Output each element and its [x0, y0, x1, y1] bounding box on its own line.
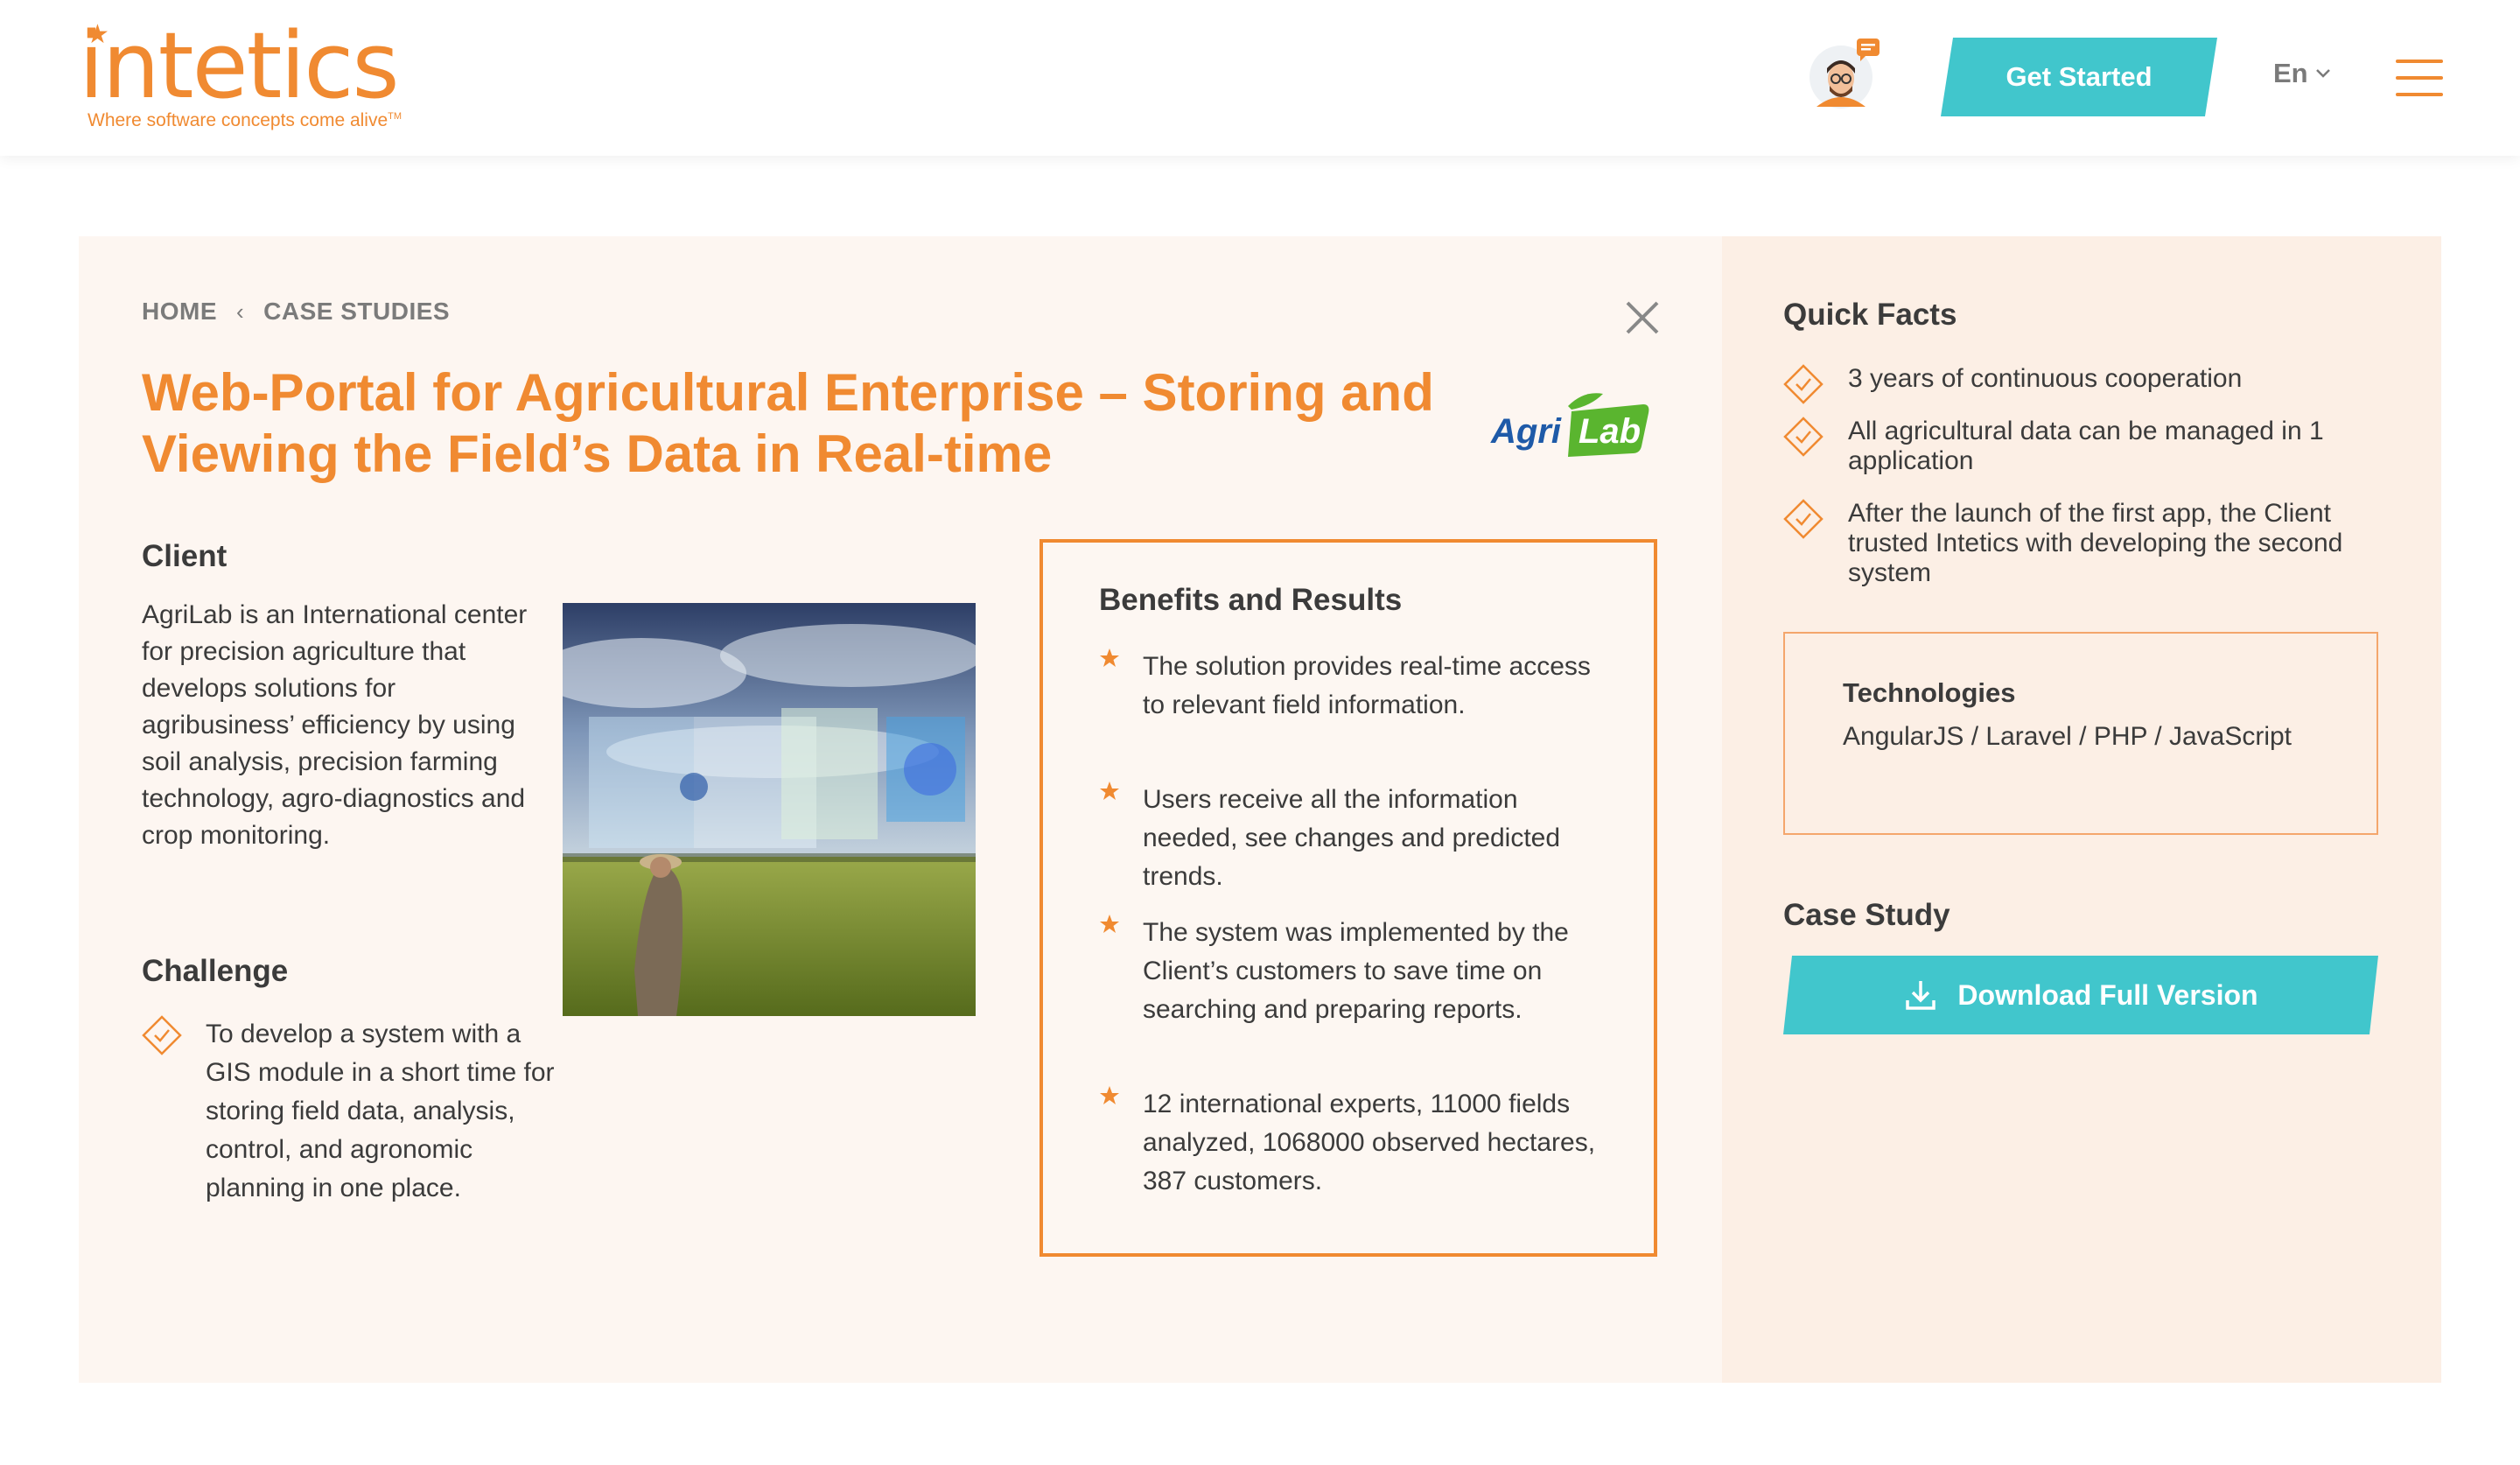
page-title: Web-Portal for Agricultural Enterprise –… [142, 363, 1434, 483]
diamond-check-icon [1783, 364, 1824, 404]
technologies-heading: Technologies [1843, 677, 2016, 708]
client-heading: Client [142, 539, 228, 573]
technologies-box: Technologies AngularJS / Laravel / PHP /… [1783, 632, 2378, 835]
field-photo [563, 603, 976, 1016]
site-header: ★ intetics Where software concepts come … [0, 0, 2520, 156]
intetics-logo[interactable]: ★ intetics Where software concepts come … [79, 16, 446, 138]
benefit-text: Users receive all the information needed… [1143, 785, 1561, 891]
benefits-heading: Benefits and Results [1099, 583, 1403, 617]
technologies-value: AngularJS / Laravel / PHP / JavaScript [1843, 722, 2292, 751]
challenge-text: To develop a system with a GIS module in… [206, 1020, 555, 1202]
agrilab-logo-text-lab: Lab [1578, 412, 1641, 451]
diamond-check-icon [1783, 417, 1824, 457]
breadcrumb: HOME ‹ CASE STUDIES [142, 298, 450, 326]
support-avatar-icon[interactable] [1808, 39, 1880, 110]
benefit-text: 12 international experts, 11000 fields a… [1143, 1090, 1596, 1195]
hamburger-menu-icon[interactable] [2396, 60, 2443, 96]
case-study-heading: Case Study [1783, 898, 1950, 932]
get-started-button[interactable]: Get Started [1941, 38, 2217, 116]
agrilab-logo-text-agri: Agri [1490, 412, 1562, 451]
breadcrumb-home[interactable]: HOME [142, 298, 217, 326]
close-icon[interactable] [1624, 299, 1661, 336]
download-icon [1903, 978, 1938, 1013]
benefit-text: The system was implemented by the Client… [1143, 918, 1569, 1024]
benefit-text: The solution provides real-time access t… [1143, 652, 1591, 719]
diamond-check-icon [142, 1015, 182, 1055]
logo-wordmark: intetics [79, 12, 400, 119]
challenge-heading: Challenge [142, 954, 289, 988]
language-selector[interactable]: En [2273, 58, 2331, 89]
quick-facts-heading: Quick Facts [1783, 298, 1957, 332]
logo-tagline: Where software concepts come aliveTM [88, 110, 402, 130]
quick-fact-text: After the launch of the first app, the C… [1848, 499, 2343, 587]
chevron-down-icon [2315, 69, 2330, 78]
client-description: AgriLab is an International center for p… [142, 600, 528, 850]
star-icon [1100, 648, 1119, 667]
star-icon [1100, 782, 1119, 800]
quick-fact-text: All agricultural data can be managed in … [1848, 417, 2324, 475]
breadcrumb-case-studies[interactable]: CASE STUDIES [263, 298, 450, 326]
diamond-check-icon [1783, 499, 1824, 539]
star-icon [1100, 915, 1119, 933]
breadcrumb-separator-icon: ‹ [236, 298, 245, 325]
benefits-box: Benefits and Results The solution provid… [1040, 539, 1657, 1257]
star-icon [1100, 1086, 1119, 1104]
download-label: Download Full Version [1957, 978, 2258, 1011]
quick-fact-text: 3 years of continuous cooperation [1848, 364, 2243, 393]
language-label: En [2273, 58, 2308, 88]
agrilab-logo: Agri Lab [1488, 385, 1654, 464]
download-full-version-button[interactable]: Download Full Version [1783, 956, 2378, 1034]
